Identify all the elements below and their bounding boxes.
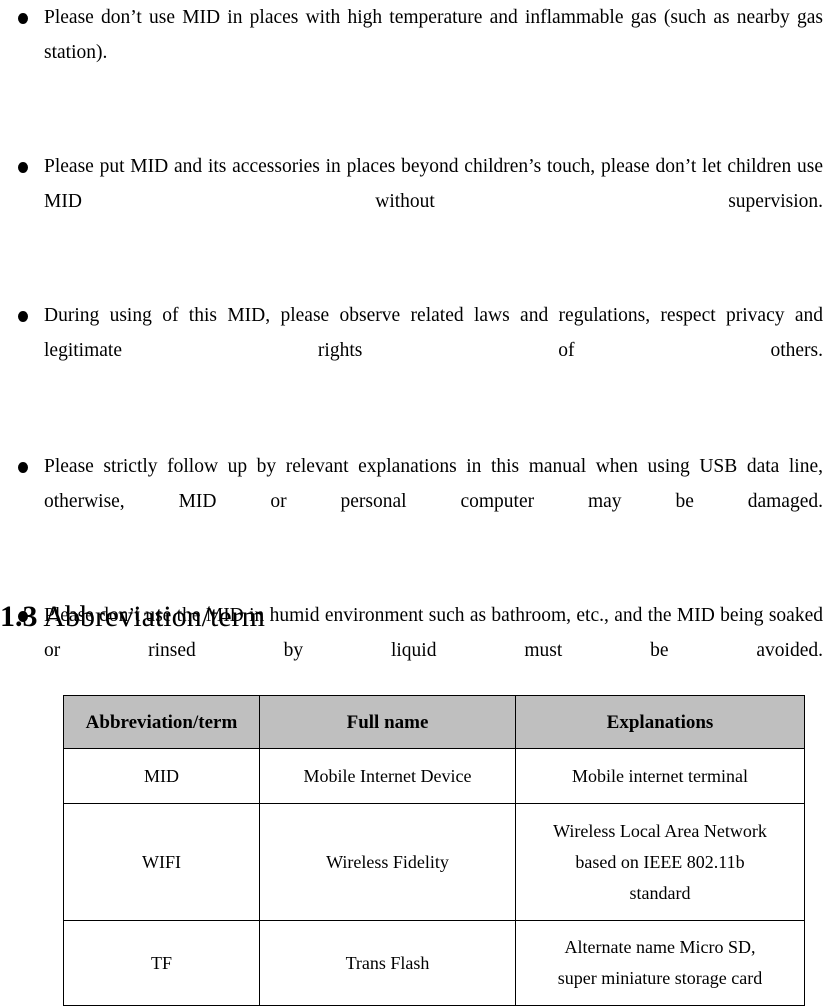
cell-abbreviation: TF <box>63 920 260 1006</box>
cell-abbreviation: MID <box>63 748 260 804</box>
section-title: Abbreviation/term <box>43 600 265 633</box>
cell-full-name: Wireless Fidelity <box>259 803 516 921</box>
section-heading: 1.3 Abbreviation/term <box>0 597 265 637</box>
column-header-explanations: Explanations <box>515 695 805 749</box>
list-item-text: Please put MID and its accessories in pl… <box>44 156 823 212</box>
list-item: Please don’t use MID in places with high… <box>0 0 825 105</box>
table-header-row: Abbreviation/term Full name Explanations <box>63 695 805 749</box>
cell-full-name: Trans Flash <box>259 920 516 1006</box>
list-item-text: Please strictly follow up by relevant ex… <box>44 456 823 512</box>
column-header-abbreviation: Abbreviation/term <box>63 695 260 749</box>
column-header-full-name: Full name <box>259 695 516 749</box>
list-item: Please put MID and its accessories in pl… <box>0 149 825 254</box>
bullet-point-icon <box>18 298 29 333</box>
bullet-point-icon <box>18 0 29 35</box>
section-number: 1.3 <box>0 600 38 633</box>
list-item-text: Please don’t use MID in places with high… <box>44 7 823 63</box>
table-body: MID Mobile Internet Device Mobile intern… <box>63 748 805 1006</box>
cell-abbreviation: WIFI <box>63 803 260 921</box>
table-row: TF Trans Flash Alternate name Micro SD, s… <box>63 920 805 1006</box>
list-item: Please strictly follow up by relevant ex… <box>0 449 825 554</box>
cell-full-name: Mobile Internet Device <box>259 748 516 804</box>
table-row: MID Mobile Internet Device Mobile intern… <box>63 748 805 804</box>
bullet-point-icon <box>18 449 29 484</box>
list-item: During using of this MID, please observe… <box>0 298 825 403</box>
bullet-point-icon <box>18 149 29 184</box>
table-row: WIFI Wireless Fidelity Wireless Local Ar… <box>63 803 805 921</box>
cell-explanation: Mobile internet terminal <box>515 748 805 804</box>
cell-explanation: Wireless Local Area Network based on IEEE… <box>515 803 805 921</box>
cell-explanation: Alternate name Micro SD, super miniature … <box>515 920 805 1006</box>
abbreviation-table: Abbreviation/term Full name Explanations… <box>63 695 805 1006</box>
document-page: Please don’t use MID in places with high… <box>0 0 825 1006</box>
list-item-text: During using of this MID, please observe… <box>44 305 823 361</box>
table-header: Abbreviation/term Full name Explanations <box>63 695 805 749</box>
